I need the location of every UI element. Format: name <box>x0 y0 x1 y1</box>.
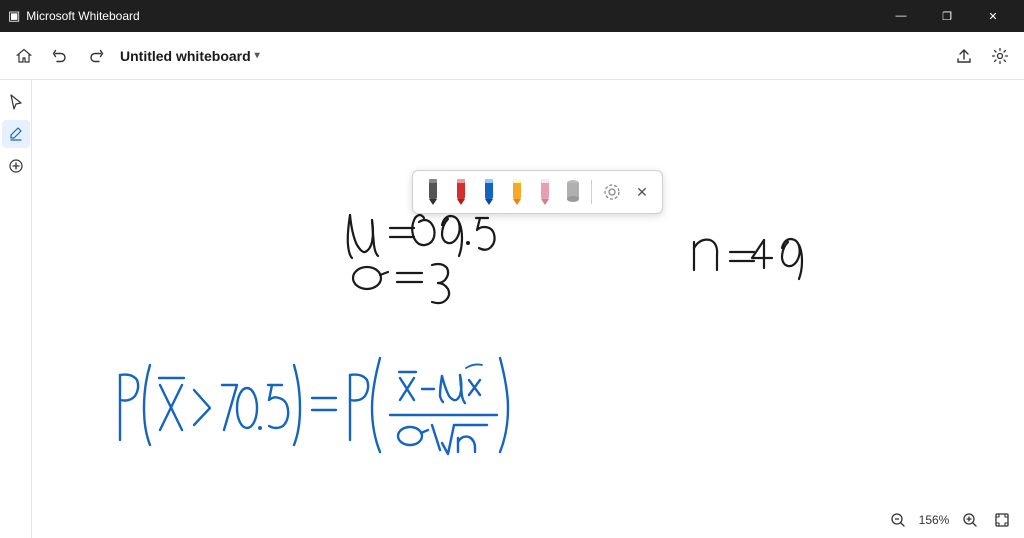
color-blue[interactable] <box>477 177 501 207</box>
select-tool[interactable] <box>2 88 30 116</box>
share-button[interactable] <box>948 40 980 72</box>
board-title: Untitled whiteboard <box>120 48 251 64</box>
color-black[interactable] <box>421 177 445 207</box>
color-red[interactable] <box>449 177 473 207</box>
close-button[interactable]: ✕ <box>970 0 1016 32</box>
fit-to-window-button[interactable] <box>988 506 1016 534</box>
color-yellow[interactable] <box>505 177 529 207</box>
zoom-in-button[interactable] <box>956 506 984 534</box>
settings-button[interactable] <box>984 40 1016 72</box>
minimize-button[interactable]: — <box>878 0 924 32</box>
add-tool[interactable] <box>2 152 30 180</box>
restore-button[interactable]: ❐ <box>924 0 970 32</box>
left-panel <box>0 80 32 538</box>
zoom-out-button[interactable] <box>884 506 912 534</box>
dropdown-icon: ▾ <box>255 50 260 61</box>
titlebar-controls: — ❐ ✕ <box>878 0 1016 32</box>
statusbar: 156% <box>876 502 1024 538</box>
toolbar-right <box>948 40 1016 72</box>
whiteboard-svg: ✦ <box>32 80 1024 538</box>
lasso-tool[interactable] <box>598 178 626 206</box>
app-title: Microsoft Whiteboard <box>26 9 139 23</box>
titlebar-left: ▣ Microsoft Whiteboard <box>8 8 140 24</box>
home-button[interactable] <box>8 40 40 72</box>
color-picker-close[interactable]: ✕ <box>630 180 654 204</box>
undo-button[interactable] <box>44 40 76 72</box>
canvas-area[interactable]: ✕ <box>32 80 1024 538</box>
redo-button[interactable] <box>80 40 112 72</box>
color-pink[interactable] <box>533 177 557 207</box>
app-toolbar: Untitled whiteboard ▾ <box>0 32 1024 80</box>
zoom-level: 156% <box>916 513 952 527</box>
color-picker-toolbar: ✕ <box>412 170 663 214</box>
app-icon: ▣ <box>8 8 20 24</box>
divider <box>591 180 592 204</box>
pen-tool[interactable] <box>2 120 30 148</box>
board-title-area[interactable]: Untitled whiteboard ▾ <box>120 48 260 64</box>
title-bar: ▣ Microsoft Whiteboard — ❐ ✕ <box>0 0 1024 32</box>
color-gray[interactable] <box>561 177 585 207</box>
